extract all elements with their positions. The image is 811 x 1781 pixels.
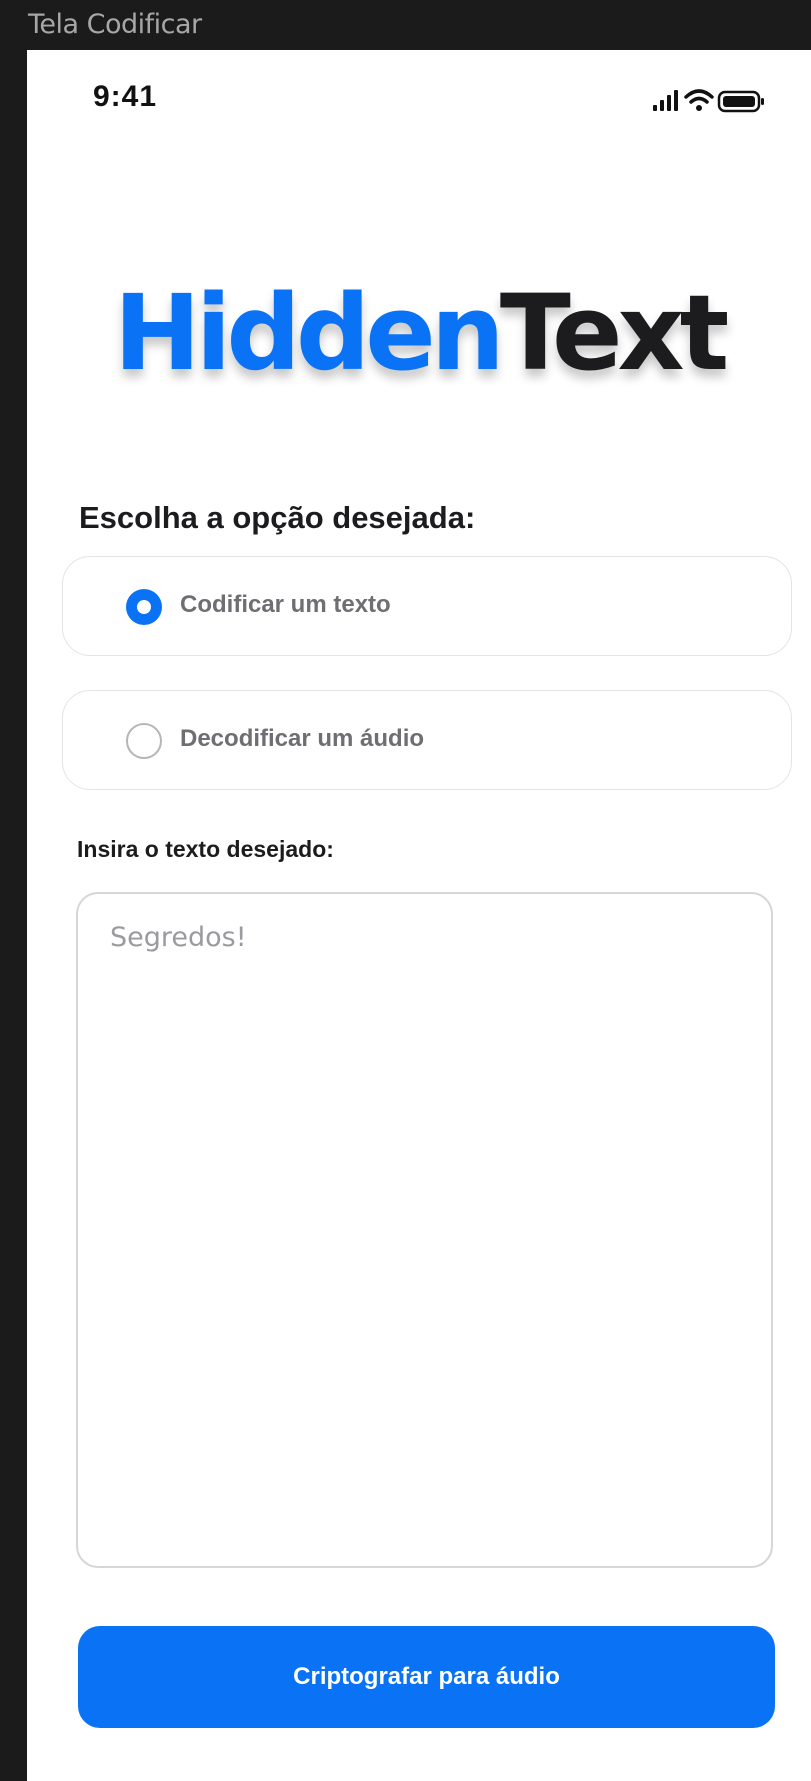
status-icons <box>653 86 793 116</box>
option-decode-audio[interactable]: Decodificar um áudio <box>62 690 792 790</box>
encrypt-to-audio-button[interactable]: Criptografar para áudio <box>78 1626 775 1728</box>
frame-title: Tela Codificar <box>28 9 202 40</box>
option-question: Escolha a opção desejada: <box>79 500 476 535</box>
option-encode-text[interactable]: Codificar um texto <box>62 556 792 656</box>
option-label: Codificar um texto <box>180 591 391 618</box>
radio-checked-icon[interactable] <box>126 589 162 625</box>
text-input-label: Insira o texto desejado: <box>77 836 334 862</box>
status-bar: 9:41 <box>27 50 811 150</box>
logo-hidden: Hidden <box>113 272 505 394</box>
option-label: Decodificar um áudio <box>180 725 425 752</box>
wifi-icon <box>684 89 714 111</box>
secret-text-input[interactable] <box>76 892 773 1568</box>
logo-text: Text <box>499 272 729 394</box>
app-canvas: Tela Codificar 9:41 HiddenText Escolha a… <box>0 0 811 1781</box>
battery-icon <box>717 90 764 113</box>
app-logo: HiddenText <box>27 268 811 398</box>
cellular-signal-icon <box>653 90 678 111</box>
radio-unchecked-icon[interactable] <box>126 723 162 759</box>
status-time: 9:41 <box>93 80 158 113</box>
phone-screen: 9:41 HiddenText Escolha a opção desejada… <box>27 50 811 1781</box>
